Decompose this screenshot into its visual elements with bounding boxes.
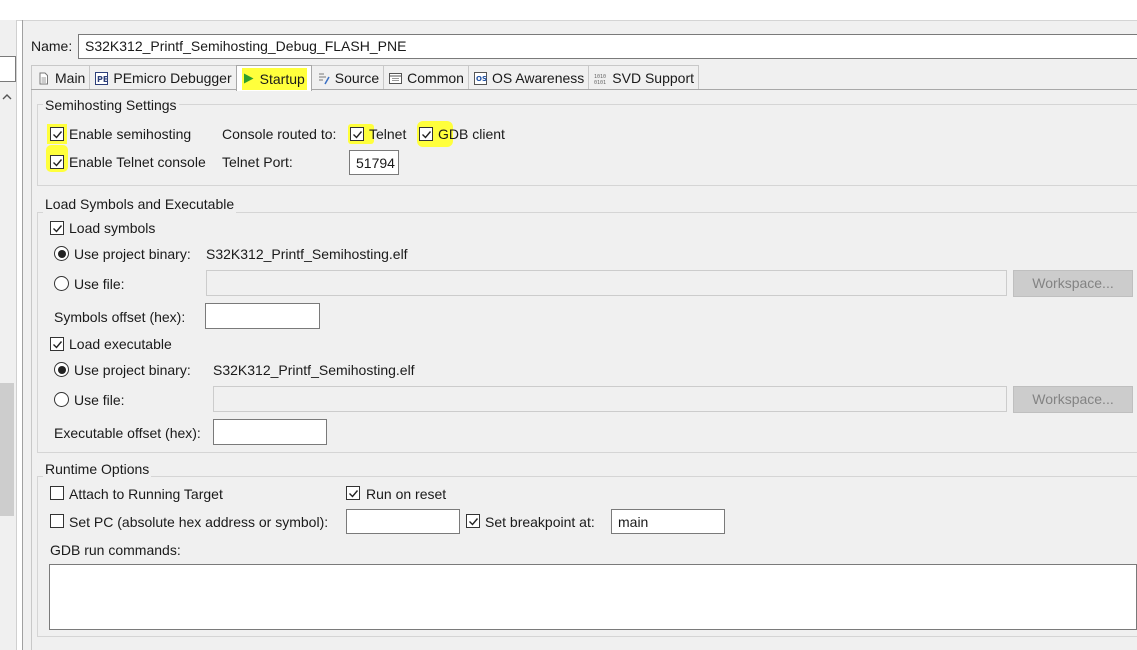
telnet-port-input[interactable]: 51794 — [349, 150, 399, 175]
sym-use-project-radio[interactable] — [54, 246, 69, 261]
runtime-group-title: Runtime Options — [43, 460, 152, 478]
svg-text:OS: OS — [476, 75, 487, 83]
name-label: Name: — [31, 38, 73, 54]
exe-offset-input[interactable] — [213, 419, 327, 445]
tab-main-label: Main — [55, 70, 86, 86]
config-name-input[interactable]: S32K312_Printf_Semihosting_Debug_FLASH_P… — [78, 34, 1137, 59]
play-icon — [242, 72, 255, 85]
set-pc-checkbox[interactable] — [50, 514, 64, 528]
enable-telnet-console-checkbox[interactable] — [50, 155, 64, 169]
tab-main[interactable]: Main — [31, 65, 91, 90]
exe-use-project-label: Use project binary: — [74, 362, 191, 378]
sym-offset-label: Symbols offset (hex): — [54, 309, 186, 325]
scroll-up-arrow-icon[interactable] — [1, 90, 13, 102]
pemicro-icon: PE — [95, 71, 109, 85]
telnet-checkbox[interactable] — [350, 127, 364, 141]
tab-source-label: Source — [334, 70, 380, 86]
load-executable-label: Load executable — [69, 336, 172, 352]
enable-semihosting-checkbox[interactable] — [50, 127, 64, 141]
exe-offset-label: Executable offset (hex): — [54, 425, 201, 441]
left-scrollbar-thumb[interactable] — [0, 383, 14, 516]
semihosting-group — [37, 104, 1137, 186]
set-pc-label: Set PC (absolute hex address or symbol): — [69, 514, 329, 530]
tab-os-label: OS Awareness — [491, 70, 585, 86]
svg-text:PE: PE — [97, 75, 108, 84]
load-executable-checkbox[interactable] — [50, 337, 64, 351]
sym-workspace-button[interactable]: Workspace... — [1013, 270, 1133, 297]
sym-file-input[interactable] — [206, 270, 1007, 296]
tab-pemicro-debugger[interactable]: PE PEmicro Debugger — [89, 65, 237, 90]
gdb-run-commands-textarea[interactable] — [49, 564, 1137, 630]
set-pc-input[interactable] — [346, 509, 460, 534]
gdb-client-checkbox[interactable] — [419, 127, 433, 141]
console-routed-label: Console routed to: — [222, 126, 337, 142]
sym-offset-input[interactable] — [205, 303, 320, 329]
run-on-reset-label: Run on reset — [366, 486, 447, 502]
tab-startup-label: Startup — [259, 70, 305, 87]
exe-project-binary: S32K312_Printf_Semihosting.elf — [213, 362, 415, 378]
svg-text:0101: 0101 — [594, 80, 606, 85]
tab-source[interactable]: Source — [310, 65, 385, 90]
gdb-client-label: GDB client — [438, 126, 505, 142]
set-breakpoint-checkbox[interactable] — [466, 514, 480, 528]
tab-common-label: Common — [407, 70, 464, 86]
sym-project-binary: S32K312_Printf_Semihosting.elf — [206, 246, 408, 262]
os-icon: OS — [473, 71, 487, 85]
sym-use-project-label: Use project binary: — [74, 246, 191, 262]
source-icon — [317, 72, 330, 85]
exe-use-file-label: Use file: — [74, 392, 125, 408]
exe-workspace-button[interactable]: Workspace... — [1013, 386, 1133, 413]
telnet-port-value: 51794 — [356, 155, 395, 171]
exe-file-input[interactable] — [213, 386, 1007, 412]
attach-running-target-label: Attach to Running Target — [69, 486, 223, 502]
telnet-port-label: Telnet Port: — [222, 154, 293, 170]
load-group-title: Load Symbols and Executable — [43, 195, 237, 213]
exe-use-file-radio[interactable] — [54, 392, 69, 407]
set-breakpoint-label: Set breakpoint at: — [485, 514, 595, 530]
run-on-reset-checkbox[interactable] — [346, 486, 360, 500]
left-panel-field[interactable] — [0, 56, 16, 82]
sym-use-file-label: Use file: — [74, 276, 125, 292]
tab-svd-label: SVD Support — [612, 70, 695, 86]
tab-common[interactable]: Common — [383, 65, 469, 90]
sym-use-file-radio[interactable] — [54, 276, 69, 291]
left-scrollbar[interactable] — [0, 86, 16, 650]
tab-startup[interactable]: Startup — [235, 65, 312, 91]
load-symbols-label: Load symbols — [69, 220, 156, 236]
enable-telnet-console-label: Enable Telnet console — [69, 154, 206, 170]
tab-strip: Main PE PEmicro Debugger Startup Source … — [31, 65, 700, 91]
tab-os-awareness[interactable]: OS OS Awareness — [467, 65, 590, 90]
exe-use-project-radio[interactable] — [54, 362, 69, 377]
load-group — [37, 212, 1137, 453]
tab-svd-support[interactable]: 1010 0101 SVD Support — [588, 65, 700, 90]
document-icon — [37, 72, 50, 85]
common-icon — [389, 72, 403, 85]
load-symbols-checkbox[interactable] — [50, 221, 64, 235]
telnet-label: Telnet — [369, 126, 407, 142]
tab-pemicro-label: PEmicro Debugger — [113, 70, 232, 86]
set-breakpoint-value: main — [618, 514, 649, 530]
attach-running-target-checkbox[interactable] — [50, 486, 64, 500]
set-breakpoint-input[interactable]: main — [611, 509, 725, 534]
enable-semihosting-label: Enable semihosting — [69, 126, 192, 142]
gdb-run-commands-label: GDB run commands: — [50, 542, 181, 558]
binary-icon: 1010 0101 — [594, 72, 607, 86]
semihosting-group-title: Semihosting Settings — [43, 96, 179, 114]
